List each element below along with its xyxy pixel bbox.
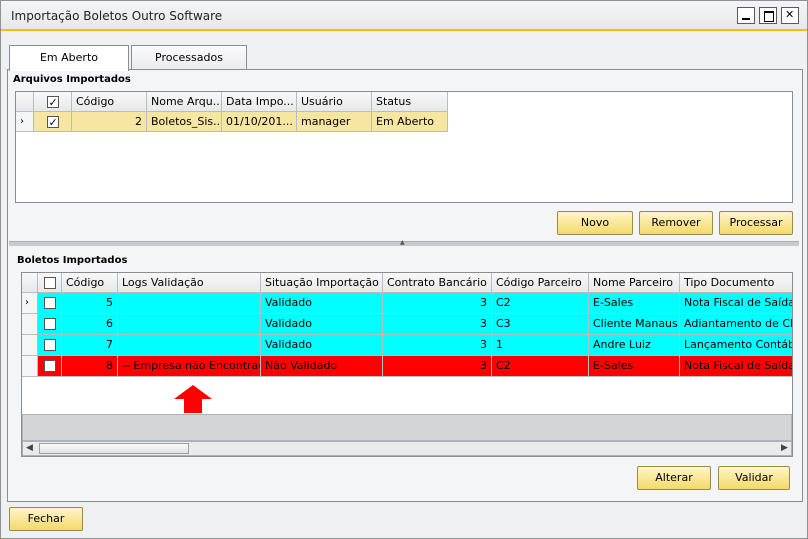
row-checkbox-cell[interactable] <box>38 335 62 356</box>
cell-contrato[interactable]: 3 <box>383 335 492 356</box>
cell-nome-parceiro[interactable]: E-Sales <box>589 293 680 314</box>
cell-situacao[interactable]: Validado <box>261 335 383 356</box>
col-codigo[interactable]: Código <box>62 273 118 293</box>
tab-processados[interactable]: Processados <box>131 45 247 70</box>
cell-contrato[interactable]: 3 <box>383 314 492 335</box>
maximize-icon[interactable] <box>759 7 777 24</box>
row-checkbox[interactable] <box>43 339 56 351</box>
cell-tipo-documento[interactable]: Nota Fiscal de Saída <box>680 356 792 377</box>
row-checkbox[interactable] <box>46 113 59 131</box>
scroll-right-icon[interactable]: ▶ <box>781 443 788 453</box>
arquivos-section-label: Arquivos Importados <box>13 74 131 85</box>
col-nome-arquivo[interactable]: Nome Arqu... <box>147 92 222 112</box>
col-contrato-bancario[interactable]: Contrato Bancário <box>383 273 492 293</box>
row-checkbox-cell[interactable] <box>38 314 62 335</box>
cell-codigo[interactable]: 7 <box>62 335 118 356</box>
tab-em-aberto[interactable]: Em Aberto <box>9 45 129 71</box>
window-title: Importação Boletos Outro Software <box>11 9 223 23</box>
scroll-left-icon[interactable]: ◀ <box>26 443 33 453</box>
red-arrow-annotation <box>174 385 212 413</box>
chevron-right-icon: › <box>20 116 24 127</box>
boletos-grid: Código Logs Validação Situação Importaçã… <box>21 272 793 457</box>
remover-button[interactable]: Remover <box>639 211 713 235</box>
cell-data[interactable]: 01/10/201... <box>222 112 297 132</box>
cell-status[interactable]: Em Aberto <box>372 112 448 132</box>
novo-button[interactable]: Novo <box>557 211 633 235</box>
col-codigo[interactable]: Código <box>72 92 147 112</box>
cell-contrato[interactable]: 3 <box>383 356 492 377</box>
cell-contrato[interactable]: 3 <box>383 293 492 314</box>
row-indicator[interactable] <box>22 335 38 356</box>
row-header-corner <box>22 273 38 293</box>
col-logs-validacao[interactable]: Logs Validação <box>118 273 261 293</box>
col-usuario[interactable]: Usuário <box>297 92 372 112</box>
cell-nome-arquivo[interactable]: Boletos_Sis... <box>147 112 222 132</box>
col-nome-parceiro[interactable]: Nome Parceiro <box>589 273 680 293</box>
cell-tipo-documento[interactable]: Adiantamento de Clien <box>680 314 792 335</box>
cell-codigo[interactable]: 8 <box>62 356 118 377</box>
cell-situacao[interactable]: Validado <box>261 293 383 314</box>
select-all-header[interactable] <box>38 273 62 293</box>
processar-button[interactable]: Processar <box>719 211 793 235</box>
horizontal-scrollbar[interactable]: ◀ ▶ <box>22 441 792 456</box>
col-status[interactable]: Status <box>372 92 448 112</box>
cell-nome-parceiro[interactable]: Cliente Manaus <box>589 314 680 335</box>
row-checkbox[interactable] <box>43 360 56 372</box>
cell-tipo-documento[interactable]: Lançamento Contábil M <box>680 335 792 356</box>
row-indicator[interactable] <box>22 356 38 377</box>
row-checkbox[interactable] <box>43 318 56 330</box>
cell-codigo[interactable]: 2 <box>72 112 147 132</box>
select-all-checkbox[interactable] <box>43 276 56 289</box>
row-indicator[interactable]: › <box>16 112 34 132</box>
row-indicator[interactable] <box>22 314 38 335</box>
row-checkbox[interactable] <box>43 297 56 309</box>
cell-nome-parceiro[interactable]: Andre Luiz <box>589 335 680 356</box>
boletos-section-label: Boletos Importados <box>17 255 128 266</box>
row-checkbox-cell[interactable] <box>38 356 62 377</box>
minimize-icon[interactable] <box>737 7 755 24</box>
cell-codigo[interactable]: 6 <box>62 314 118 335</box>
splitter-handle[interactable] <box>9 239 799 246</box>
cell-codigo[interactable]: 5 <box>62 293 118 314</box>
col-codigo-parceiro[interactable]: Código Parceiro <box>492 273 589 293</box>
cell-codigo-parceiro[interactable]: C2 <box>492 356 589 377</box>
row-checkbox-cell[interactable] <box>38 293 62 314</box>
cell-nome-parceiro[interactable]: E-Sales <box>589 356 680 377</box>
cell-situacao[interactable]: Validado <box>261 314 383 335</box>
fechar-button[interactable]: Fechar <box>9 507 83 531</box>
cell-codigo-parceiro[interactable]: C3 <box>492 314 589 335</box>
grid-empty-area <box>22 414 792 441</box>
select-all-header[interactable] <box>34 92 72 112</box>
scroll-thumb[interactable] <box>39 443 189 454</box>
title-bar[interactable]: Importação Boletos Outro Software <box>1 1 807 31</box>
chevron-right-icon: › <box>25 297 29 308</box>
col-data-importacao[interactable]: Data Impo... <box>222 92 297 112</box>
row-checkbox-cell[interactable] <box>34 112 72 132</box>
col-situacao-importacao[interactable]: Situação Importação <box>261 273 383 293</box>
cell-logs[interactable] <box>118 335 261 356</box>
cell-situacao[interactable]: Não Validado <box>261 356 383 377</box>
row-header-corner <box>16 92 34 112</box>
col-tipo-documento[interactable]: Tipo Documento <box>680 273 792 293</box>
alterar-button[interactable]: Alterar <box>637 466 711 490</box>
cell-usuario[interactable]: manager <box>297 112 372 132</box>
cell-codigo-parceiro[interactable]: C2 <box>492 293 589 314</box>
cell-tipo-documento[interactable]: Nota Fiscal de Saída <box>680 293 792 314</box>
cell-logs[interactable] <box>118 293 261 314</box>
row-indicator[interactable]: › <box>22 293 38 314</box>
cell-logs[interactable] <box>118 314 261 335</box>
cell-codigo-parceiro[interactable]: 1 <box>492 335 589 356</box>
import-window: Importação Boletos Outro Software Em Abe… <box>0 0 808 539</box>
select-all-checkbox[interactable] <box>46 93 59 111</box>
close-icon[interactable] <box>781 7 799 24</box>
validar-button[interactable]: Validar <box>718 466 790 490</box>
cell-logs[interactable]: -- Empresa não Encontrada! <box>118 356 261 377</box>
arquivos-grid: Código Nome Arqu... Data Impo... Usuário… <box>15 91 793 203</box>
